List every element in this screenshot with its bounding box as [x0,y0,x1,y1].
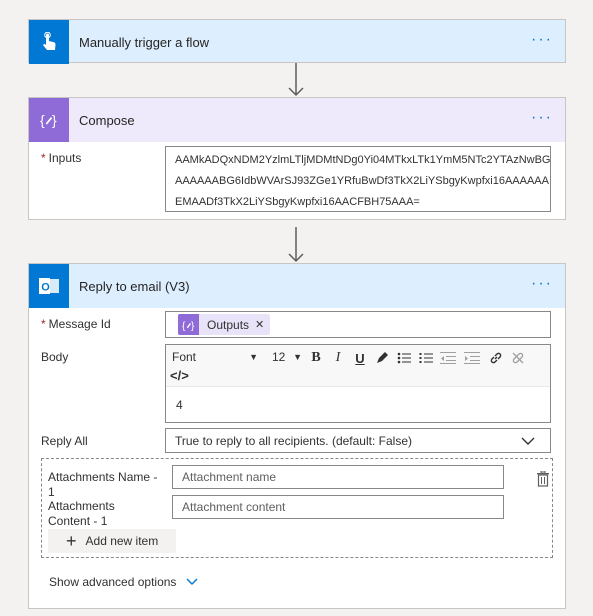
underline-icon[interactable]: U [352,350,368,366]
compose-token-icon: {} [178,314,199,335]
inputs-field[interactable]: AAMkADQxNDM2YzlmLTljMDMtNDg0Yi04MTkxLTk1… [165,146,551,212]
reply-all-select[interactable]: True to reply to all recipients. (defaul… [165,428,551,453]
message-id-field[interactable]: {} Outputs ✕ [165,311,551,338]
show-advanced-options-link[interactable]: Show advanced options [49,575,198,589]
reply-more-options-icon[interactable]: ··· [531,276,553,292]
attachments-name-label: Attachments Name - 1 [48,470,158,499]
inputs-line: AAMkADQxNDM2YzlmLTljMDMtNDg0Yi04MTkxLTk1… [175,154,551,166]
trigger-header[interactable]: Manually trigger a flow ··· [29,20,565,64]
decrease-indent-icon[interactable] [440,350,456,366]
italic-icon[interactable]: I [330,350,346,366]
compose-title: Compose [79,112,135,128]
plus-icon: + [66,531,77,551]
attachment-name-input[interactable]: Attachment name [172,465,504,489]
inputs-label: * Inputs [41,151,82,165]
compose-card: {} Compose ··· * Inputs AAMkADQxNDM2YzlmL… [28,97,566,220]
attachment-content-input[interactable]: Attachment content [172,495,504,519]
svg-text:{: { [40,112,45,128]
compose-icon: {} [29,98,69,142]
remove-token-icon[interactable]: ✕ [255,318,264,331]
font-select[interactable]: Font ▼ [172,350,258,364]
trigger-title: Manually trigger a flow [79,34,210,50]
trigger-card[interactable]: Manually trigger a flow ··· [28,19,566,64]
reply-all-label: Reply All [41,434,88,448]
svg-text:}: } [191,321,195,331]
connector-arrow [288,63,304,97]
body-content: 4 [176,398,183,412]
reply-header[interactable]: O Reply to email (V3) ··· [29,264,565,308]
reply-title: Reply to email (V3) [79,278,190,294]
outputs-token[interactable]: {} Outputs ✕ [178,314,271,335]
reply-card: O Reply to email (V3) ··· * Message Id {}… [28,263,566,609]
body-editor[interactable]: Font ▼ 12 ▼ B I U </> 4 [165,344,551,423]
attachments-group: Attachments Name - 1 Attachment name Att… [41,458,553,558]
connector-arrow [288,227,304,263]
chevron-down-icon: ▼ [293,352,302,362]
font-size-select[interactable]: 12 ▼ [272,350,302,364]
reply-all-value: True to reply to all recipients. (defaul… [175,434,412,448]
touch-icon [29,20,69,64]
bulleted-list-icon[interactable] [396,350,412,366]
highlight-pen-icon[interactable] [374,350,390,366]
increase-indent-icon[interactable] [464,350,480,366]
unlink-icon[interactable] [510,350,526,366]
trigger-more-options-icon[interactable]: ··· [531,32,553,48]
add-new-item-button[interactable]: + Add new item [48,529,176,553]
svg-text:O: O [41,282,50,294]
attachments-content-label: Attachments Content - 1 [48,499,115,528]
svg-text:}: } [52,112,57,128]
inputs-line: EMAADf3TkX2LiYSbgyKwpfxi16AACFBH75AAA= [175,196,420,208]
code-view-icon[interactable]: </> [170,368,189,383]
svg-text:{: { [182,321,186,331]
compose-header[interactable]: {} Compose ··· [29,98,565,142]
bold-icon[interactable]: B [308,350,324,366]
compose-more-options-icon[interactable]: ··· [531,110,553,126]
inputs-line: AAAAAABG6IdbWVArSJ93ZGe1YRfuBwDf3TkX2LiY… [175,175,549,187]
toolbar-divider [166,386,550,387]
delete-trash-icon[interactable] [536,471,550,487]
message-id-label: * Message Id [41,317,111,331]
chevron-down-icon [521,437,535,445]
outputs-token-label: Outputs [207,317,250,332]
body-label: Body [41,350,69,364]
chevron-down-icon [186,578,198,585]
chevron-down-icon: ▼ [249,352,258,362]
numbered-list-icon[interactable] [418,350,434,366]
link-icon[interactable] [488,350,504,366]
outlook-icon: O [29,264,69,308]
